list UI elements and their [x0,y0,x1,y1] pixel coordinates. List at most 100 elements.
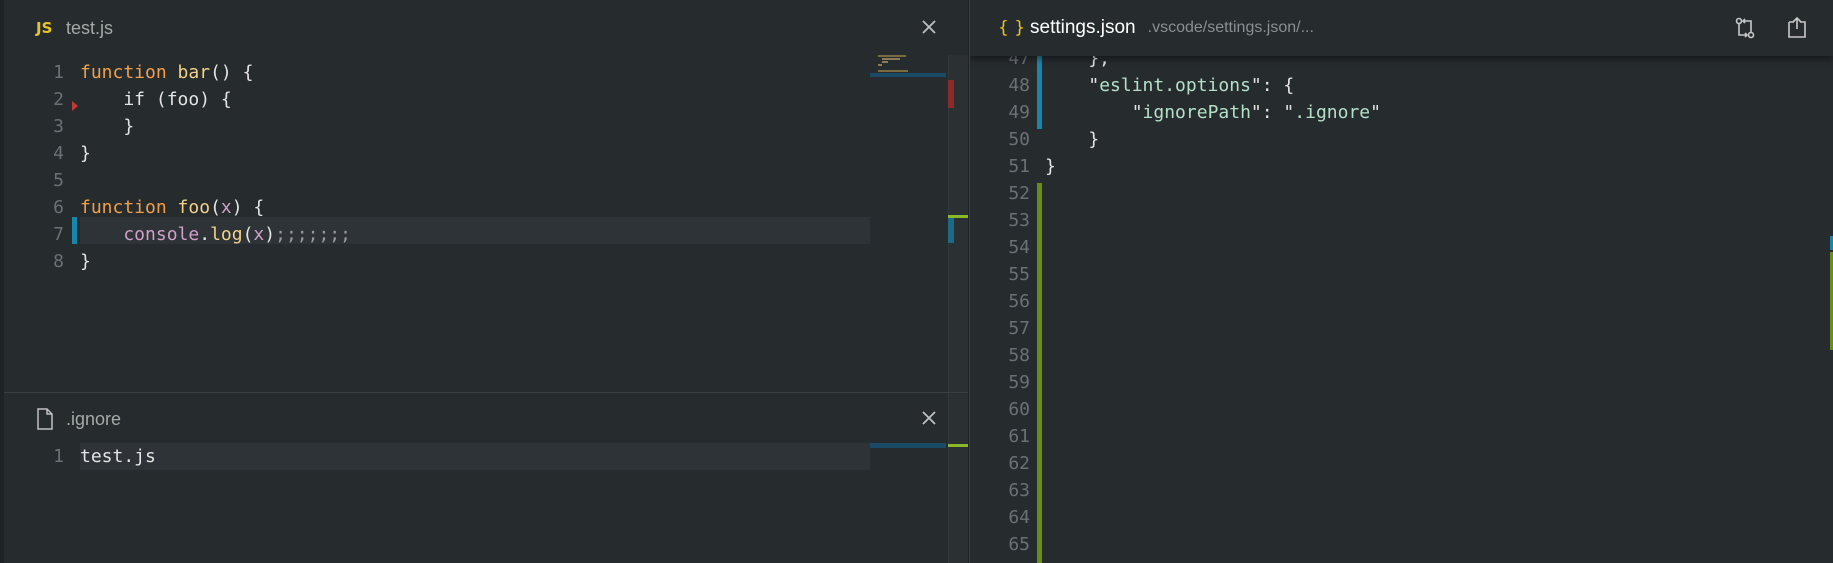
overview-ruler[interactable] [948,393,968,563]
code-line[interactable]: 60 [970,396,1833,423]
line-number: 53 [1008,210,1030,231]
code-token: ": { [1250,75,1295,96]
code-token: function [80,62,178,83]
line-number: 55 [1008,264,1030,285]
line-number: 2 [53,89,64,110]
code-line[interactable]: 1 function bar() { [4,59,968,86]
code-text: } [1045,153,1056,180]
code-token: ": " [1250,102,1295,123]
code-line[interactable]: 3 } [4,113,968,140]
code-editor[interactable]: 1 function bar() {2 if (foo) {3 } 4} 5 6 func… [4,55,968,392]
code-token: ( [210,197,221,218]
line-number: 56 [1008,291,1030,312]
code-line[interactable]: 61 [970,423,1833,450]
close-icon[interactable] [920,409,938,427]
code-line[interactable]: 51} [970,153,1833,180]
line-number: 3 [53,116,64,137]
line-number: 52 [1008,183,1030,204]
tab-label: .ignore [66,408,122,429]
code-text: function foo(x) { [80,194,264,221]
code-token: ) [264,224,276,245]
line-number: 1 [53,446,64,467]
line-number: 61 [1008,426,1030,447]
code-token: } [80,116,135,137]
minimap[interactable] [870,443,946,448]
code-token: bar [177,62,211,83]
code-line[interactable]: 64 [970,504,1833,531]
line-number: 51 [1008,156,1030,177]
line-number: 4 [53,143,64,164]
code-line[interactable]: 2 if (foo) { [4,86,968,113]
code-editor[interactable]: 1 test.js [4,443,968,563]
code-line[interactable]: 49 "ignorePath": ".ignore" [970,99,1833,126]
file-icon [36,408,66,430]
code-text: console.log(x);;;;;;; [80,221,351,248]
code-line[interactable]: 4} [4,140,968,167]
code-line[interactable]: 54 [970,234,1833,261]
code-token: " [1045,102,1143,123]
code-token: log [210,224,243,245]
json-file-icon: { } [998,18,1026,38]
code-token: ;;;;;;; [275,224,351,245]
tab-ignore[interactable]: .ignore [4,393,968,445]
line-number: 7 [53,224,64,245]
code-line[interactable]: 6 function foo(x) { [4,194,968,221]
code-text: "eslint.options": { [1045,72,1294,99]
code-token: . [199,224,211,245]
tab-settings-json[interactable]: { } settings.json .vscode/settings.json/… [970,0,1833,56]
code-line[interactable]: 50 } [970,126,1833,153]
code-token: } [80,251,91,272]
code-token: ( [242,224,254,245]
code-token: eslint.options [1099,75,1251,96]
line-number: 54 [1008,237,1030,258]
code-token: .ignore [1294,102,1371,123]
code-line[interactable]: 57 [970,315,1833,342]
code-text: "ignorePath": ".ignore" [1045,99,1381,126]
code-line[interactable]: 7 console.log(x);;;;;;; [4,221,968,248]
overview-deleted-marker [948,80,954,108]
line-number: 59 [1008,372,1030,393]
line-number: 65 [1008,534,1030,555]
code-text: } [80,248,91,275]
line-number: 60 [1008,399,1030,420]
editor-group-settings-json: { } settings.json .vscode/settings.json/… [969,0,1833,563]
code-line[interactable]: 63 [970,477,1833,504]
open-changes-icon[interactable] [1785,16,1809,40]
code-line[interactable]: 56 [970,288,1833,315]
code-token: ) { [231,197,265,218]
code-token: } [1045,156,1056,177]
code-editor[interactable]: 47 }, 48 "eslint.options": {49 "ignorePat… [970,48,1833,563]
code-token: x [253,224,265,245]
code-line[interactable]: 59 [970,369,1833,396]
overview-added-marker [948,215,968,218]
code-line[interactable]: 53 [970,207,1833,234]
code-line[interactable]: 62 [970,450,1833,477]
line-number: 6 [53,197,64,218]
editor-group-ignore: .ignore 1 test.js [4,392,968,563]
line-number: 1 [53,62,64,83]
tab-label: settings.json [1030,17,1136,38]
tab-path: .vscode/settings.json/... [1147,19,1314,36]
code-text: } [80,140,91,167]
code-line[interactable]: 55 [970,261,1833,288]
code-text: if (foo) { [80,86,231,113]
tab-label: test.js [66,17,114,38]
code-line[interactable]: 52 [970,180,1833,207]
git-compare-icon[interactable] [1733,16,1757,40]
code-line[interactable]: 1 test.js [4,443,968,470]
code-line[interactable]: 8} [4,248,968,275]
line-number: 63 [1008,480,1030,501]
code-line[interactable]: 48 "eslint.options": { [970,72,1833,99]
code-text: function bar() { [80,59,253,86]
tab-test-js[interactable]: JS test.js [4,0,968,56]
code-token: console [80,224,200,245]
code-token: " [1370,102,1381,123]
code-line[interactable]: 65 [970,531,1833,558]
code-token: } [1045,129,1100,150]
code-line[interactable]: 5 [4,167,968,194]
close-icon[interactable] [920,18,938,36]
code-token: " [1045,75,1100,96]
line-number: 48 [1008,75,1030,96]
minimap[interactable] [868,55,946,85]
code-line[interactable]: 58 [970,342,1833,369]
